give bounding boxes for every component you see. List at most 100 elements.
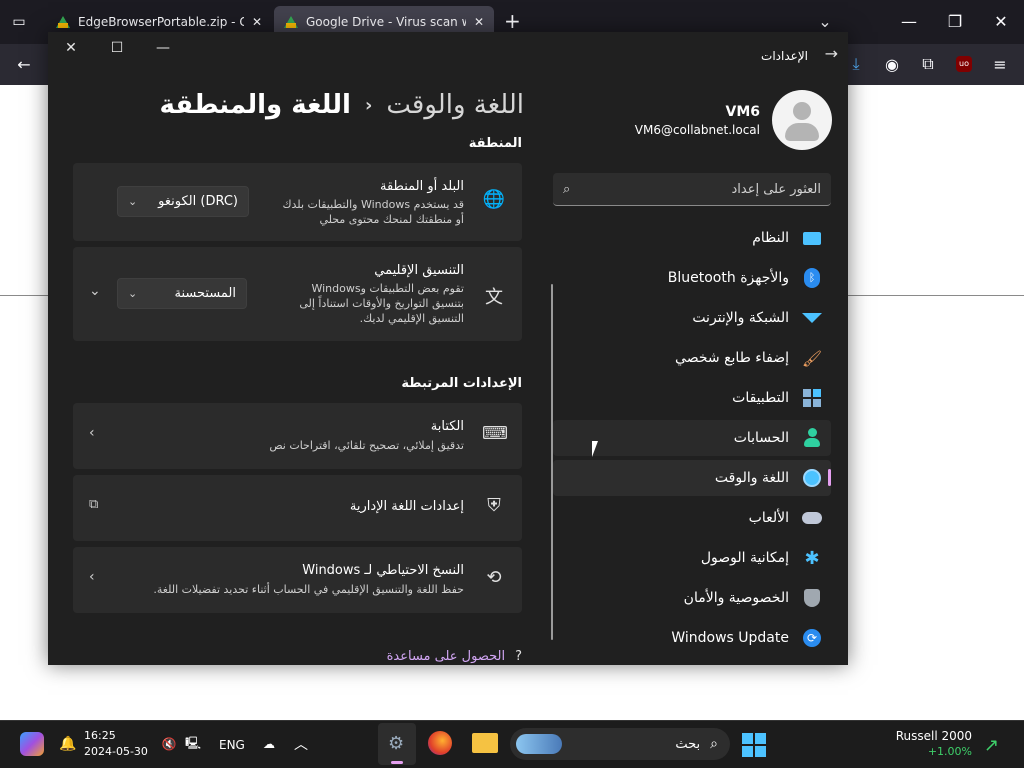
chevron-left-icon: ‹ [89, 569, 95, 585]
sidebar-item-network[interactable]: الشبكة والإنترنت [553, 300, 831, 336]
dropdown-value: المستحسنة [174, 286, 237, 301]
desc-line: بتنسيق التواريخ والأوقات استناداً إلى [299, 297, 464, 310]
sidebar-item-bluetooth[interactable]: Bluetooth والأجهزة ᛒ [553, 260, 831, 296]
minimize-window-button[interactable]: — [140, 32, 186, 64]
sidebar-item-label: الخصوصية والأمان [683, 590, 789, 606]
start-button[interactable] [742, 733, 766, 757]
sidebar-scrollbar[interactable] [551, 284, 553, 640]
search-placeholder: العثور على إعداد [731, 181, 821, 197]
sidebar-item-system[interactable]: النظام [553, 220, 831, 256]
firefox-icon[interactable] [428, 731, 452, 755]
close-browser-button[interactable]: ✕ [978, 0, 1024, 44]
desc-line: قد يستخدم Windows والتطبيقات بلدك [282, 198, 464, 211]
search-icon: ⌕ [563, 181, 571, 197]
back-icon[interactable]: ← [8, 48, 40, 80]
help-icon: ? [515, 649, 522, 664]
notification-bell-icon[interactable]: 🔔 [58, 734, 78, 754]
minimize-button[interactable]: — [886, 0, 932, 44]
taskbar-search[interactable]: بحث ⌕ [510, 728, 730, 760]
extensions-icon[interactable]: ⧉ [912, 48, 944, 80]
external-link-icon: ⧉ [89, 497, 99, 512]
onedrive-off-icon[interactable]: ☁ [260, 736, 278, 752]
typing-card[interactable]: ⌨ الكتابة تدقيق إملائي، تصحيح تلقائي، اق… [73, 403, 522, 469]
google-drive-icon [284, 16, 298, 28]
regional-format-dropdown[interactable]: ⌄ المستحسنة [117, 278, 247, 309]
breadcrumb-chevron-icon: ‹ [364, 94, 373, 116]
stock-trend-icon: ↗ [984, 735, 1000, 756]
expand-chevron-icon[interactable]: ⌄ [89, 283, 101, 299]
search-highlight-icon [516, 734, 562, 754]
breadcrumb: اللغة والوقت ‹ اللغة والمنطقة [160, 90, 525, 120]
monitor-icon [801, 227, 823, 249]
stock-name[interactable]: Russell 2000 [896, 729, 972, 743]
mute-icon[interactable]: 🔇 [160, 736, 178, 752]
sidebar-item-privacy[interactable]: الخصوصية والأمان [553, 580, 831, 616]
settings-taskbar-button[interactable]: ⚙ [378, 723, 416, 765]
window-title: الإعدادات [761, 49, 808, 63]
sidebar-item-label: الشبكة والإنترنت [692, 310, 789, 326]
avatar[interactable] [772, 90, 832, 150]
card-description: تدقيق إملائي، تصحيح تلقائي، اقتراحات نص [269, 439, 464, 452]
back-arrow-icon[interactable]: → [825, 44, 838, 63]
sidebar-item-label: إمكانية الوصول [700, 550, 789, 566]
search-icon: ⌕ [710, 736, 718, 752]
brush-icon: 🖌 [801, 348, 823, 368]
accessibility-icon: ✱ [804, 547, 820, 569]
sidebar-item-label: إضفاء طابع شخصي [675, 350, 789, 366]
card-title: إعدادات اللغة الإدارية [349, 499, 464, 514]
country-region-card: 🌐 البلد أو المنطقة قد يستخدم Windows وال… [73, 163, 522, 241]
user-name: VM6 [725, 104, 760, 120]
ublock-icon[interactable]: uo [948, 48, 980, 80]
person-icon [801, 427, 823, 449]
help-label: الحصول على مساعدة [386, 649, 506, 664]
search-input[interactable]: ⌕ العثور على إعداد [553, 173, 831, 206]
close-tab-icon[interactable]: ✕ [252, 15, 262, 29]
new-tab-button[interactable]: + [504, 9, 521, 33]
sidebar-item-label: اللغة والوقت [714, 470, 789, 486]
copilot-icon[interactable] [20, 732, 44, 756]
sidebar-item-windows-update[interactable]: Windows Update ⟳ [553, 620, 831, 656]
sidebar-item-label: Windows Update [671, 630, 789, 646]
tab-overview-icon[interactable]: ▭ [8, 12, 30, 32]
update-icon: ⟳ [801, 627, 823, 649]
clock-date[interactable]: 2024-05-30 [84, 745, 148, 758]
maximize-window-button[interactable]: ☐ [94, 32, 140, 64]
sidebar-item-label: Bluetooth والأجهزة [667, 270, 789, 286]
menu-icon[interactable]: ≡ [984, 48, 1016, 80]
google-drive-icon [56, 16, 70, 28]
section-header-region: المنطقة [468, 136, 522, 151]
language-indicator[interactable]: ENG [219, 738, 245, 752]
bluetooth-icon: ᛒ [801, 267, 823, 289]
windows-backup-card[interactable]: ⟲ النسخ الاحتياطي لـ Windows حفظ اللغة و… [73, 547, 522, 613]
card-description: حفظ اللغة والتنسيق الإقليمي في الحساب أث… [153, 583, 464, 596]
sidebar-item-accessibility[interactable]: إمكانية الوصول ✱ [553, 540, 831, 576]
close-tab-icon[interactable]: ✕ [474, 15, 484, 29]
regional-format-card[interactable]: 文 التنسيق الإقليمي تقوم بعض التطبيقات وW… [73, 247, 522, 341]
sidebar-item-personalization[interactable]: إضفاء طابع شخصي 🖌 [553, 340, 831, 376]
stock-change: +1.00% [927, 745, 972, 758]
show-hidden-icons-chevron-icon[interactable]: ︿ [292, 736, 310, 753]
restore-button[interactable]: ❐ [932, 0, 978, 44]
card-title: التنسيق الإقليمي [374, 263, 464, 278]
sidebar-item-apps[interactable]: التطبيقات [553, 380, 831, 416]
network-display-icon[interactable]: 🖳 [184, 736, 202, 752]
sidebar-item-gaming[interactable]: الألعاب [553, 500, 831, 536]
chevron-left-icon: ‹ [89, 425, 95, 441]
section-header-related: الإعدادات المرتبطة [401, 376, 522, 391]
get-help-link[interactable]: ? الحصول على مساعدة [387, 649, 522, 664]
desc-line: أو منطقتك لمنحك محتوى محلي [319, 213, 464, 226]
country-dropdown[interactable]: ⌄ الكونغو (DRC) [117, 186, 249, 217]
file-explorer-icon[interactable] [472, 733, 498, 753]
account-icon[interactable]: ◉ [876, 48, 908, 80]
gamepad-icon [801, 507, 823, 529]
breadcrumb-parent[interactable]: اللغة والوقت [386, 90, 524, 120]
apps-icon [801, 387, 823, 409]
clock-time[interactable]: 16:25 [84, 729, 116, 742]
language-format-icon: 文 [485, 287, 503, 308]
sidebar-item-time-language[interactable]: اللغة والوقت [553, 460, 831, 496]
globe-clock-icon [801, 467, 823, 489]
admin-language-card[interactable]: ⛨ إعدادات اللغة الإدارية ⧉ [73, 475, 522, 541]
desc-line: تقوم بعض التطبيقات وWindows [311, 282, 464, 295]
gear-icon: ⚙ [388, 733, 405, 754]
close-window-button[interactable]: ✕ [48, 32, 94, 64]
